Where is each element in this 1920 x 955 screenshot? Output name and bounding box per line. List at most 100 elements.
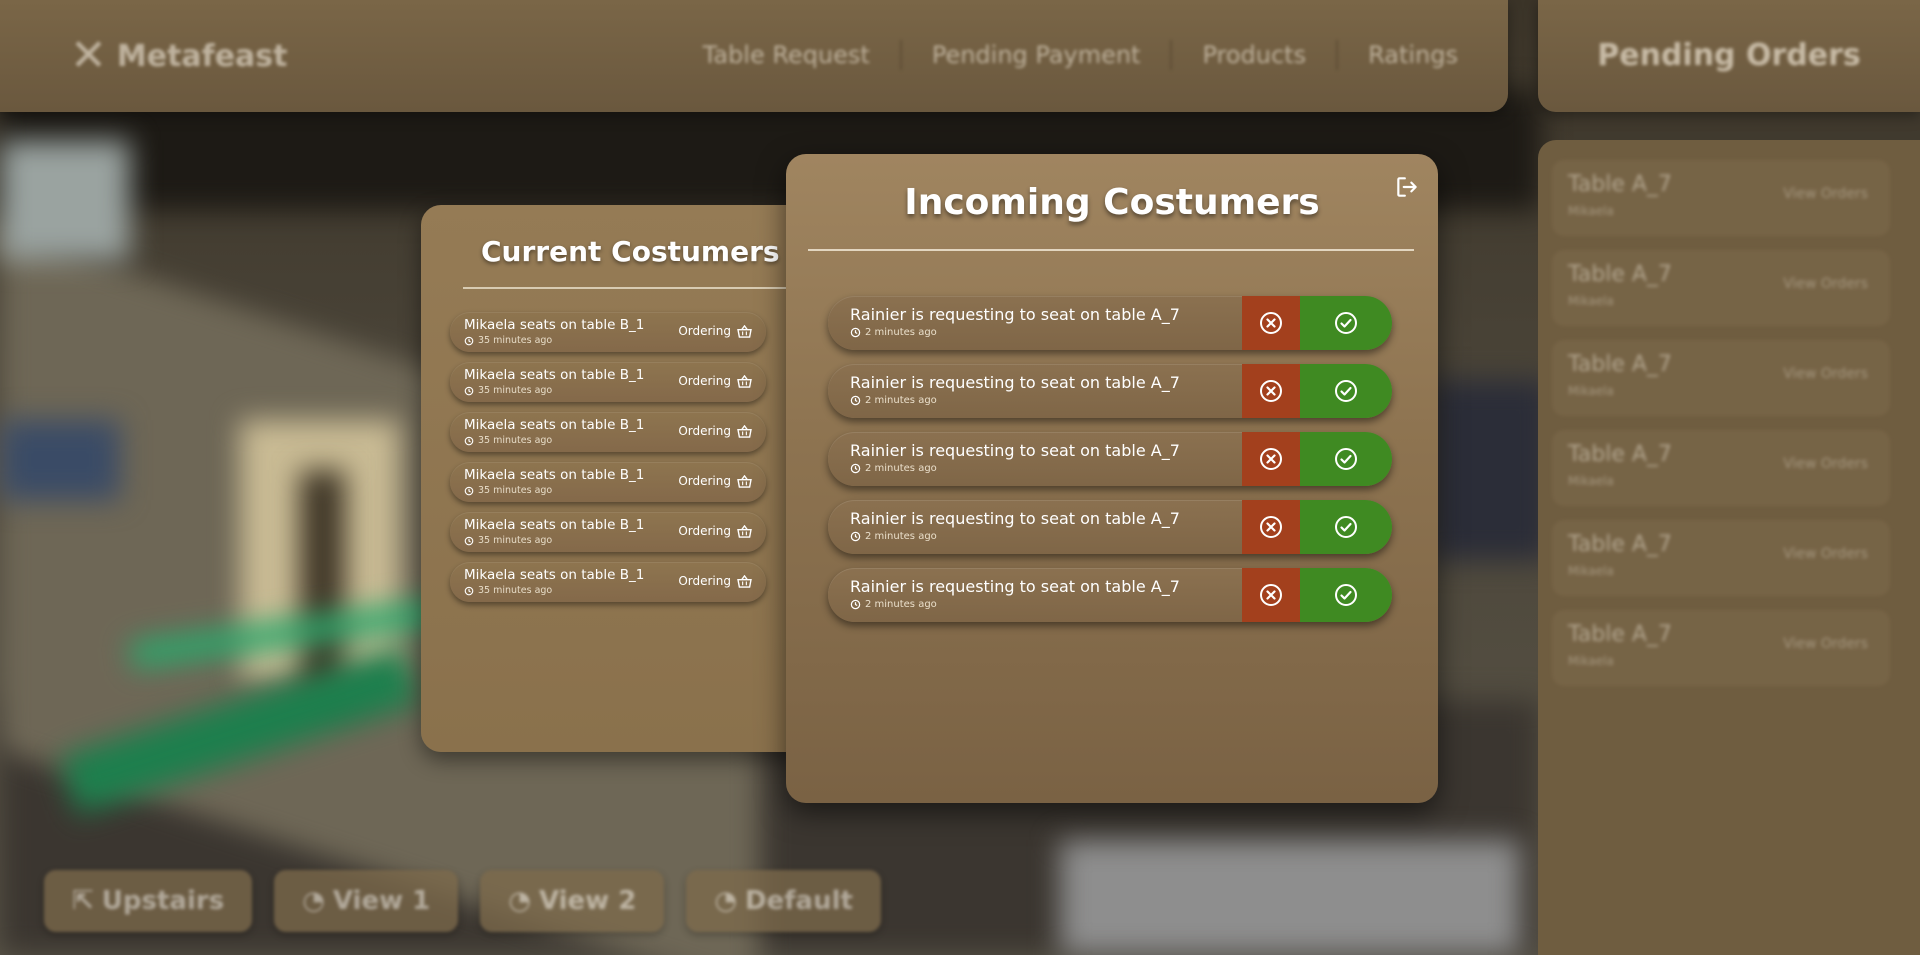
divider: [463, 287, 801, 289]
order-card[interactable]: Table A_7 Mikaela View Orders: [1552, 610, 1890, 686]
x-circle-icon: [1260, 516, 1282, 538]
customer-row[interactable]: Mikaela seats on table B_1 35 minutes ag…: [450, 412, 766, 452]
seat-request-time: 2 minutes ago: [850, 395, 937, 406]
customer-row-time: 35 minutes ago: [464, 485, 552, 496]
check-circle-icon: [1335, 448, 1357, 470]
customer-row[interactable]: Mikaela seats on table B_1 35 minutes ag…: [450, 562, 766, 602]
view-2-button[interactable]: ◔ View 2: [480, 870, 665, 932]
camera-icon: ◔: [714, 886, 737, 916]
clock-history-icon: [850, 327, 861, 338]
customer-row[interactable]: Mikaela seats on table B_1 35 minutes ag…: [450, 312, 766, 352]
clock-history-icon: [850, 599, 861, 610]
basket-icon: [737, 474, 752, 488]
exit-button[interactable]: [1392, 172, 1422, 202]
view-orders-link[interactable]: View Orders: [1783, 186, 1868, 202]
nav-products[interactable]: Products: [1172, 41, 1336, 69]
order-card[interactable]: Table A_7 Mikaela View Orders: [1552, 430, 1890, 506]
x-circle-icon: [1260, 584, 1282, 606]
brand[interactable]: ✕ Metafeast: [70, 26, 288, 86]
top-navbar: ✕ Metafeast Table Request Pending Paymen…: [0, 0, 1508, 112]
decline-button[interactable]: [1242, 568, 1300, 622]
pending-orders-sidebar: Table A_7 Mikaela View Orders Table A_7 …: [1538, 140, 1920, 955]
order-card[interactable]: Table A_7 Mikaela View Orders: [1552, 160, 1890, 236]
x-circle-icon: [1260, 448, 1282, 470]
order-card[interactable]: Table A_7 Mikaela View Orders: [1552, 250, 1890, 326]
view-orders-link[interactable]: View Orders: [1783, 366, 1868, 382]
customer-row-text: Mikaela seats on table B_1: [464, 367, 645, 383]
camera-icon: ◔: [508, 886, 531, 916]
seat-request-time: 2 minutes ago: [850, 599, 937, 610]
order-card-title: Table A_7: [1568, 442, 1672, 467]
nav-table-request[interactable]: Table Request: [673, 41, 900, 69]
view-button-label: View 2: [538, 886, 637, 916]
order-card-title: Table A_7: [1568, 262, 1672, 287]
view-orders-link[interactable]: View Orders: [1783, 546, 1868, 562]
accept-button[interactable]: [1300, 500, 1392, 554]
order-card[interactable]: Table A_7 Mikaela View Orders: [1552, 340, 1890, 416]
order-card-subtitle: Mikaela: [1568, 654, 1614, 668]
customer-status: Ordering: [678, 374, 752, 388]
accept-button[interactable]: [1300, 364, 1392, 418]
clock-history-icon: [464, 486, 474, 495]
accept-button[interactable]: [1300, 568, 1392, 622]
seat-request-text: Rainier is requesting to seat on table A…: [850, 509, 1180, 528]
camera-icon: ◔: [302, 886, 325, 916]
basket-icon: [737, 524, 752, 538]
stairs-icon: ⇱: [72, 886, 94, 916]
basket-icon: [737, 424, 752, 438]
customer-row-time: 35 minutes ago: [464, 535, 552, 546]
nav-ratings[interactable]: Ratings: [1338, 41, 1488, 69]
check-circle-icon: [1335, 516, 1357, 538]
order-card-title: Table A_7: [1568, 172, 1672, 197]
view-button-label: Upstairs: [101, 886, 225, 916]
view-upstairs-button[interactable]: ⇱ Upstairs: [44, 870, 253, 932]
basket-icon: [737, 374, 752, 388]
x-circle-icon: [1260, 312, 1282, 334]
seat-request-time: 2 minutes ago: [850, 327, 937, 338]
customer-row-time: 35 minutes ago: [464, 335, 552, 346]
order-card-title: Table A_7: [1568, 532, 1672, 557]
check-circle-icon: [1335, 584, 1357, 606]
order-card-subtitle: Mikaela: [1568, 474, 1614, 488]
customer-row[interactable]: Mikaela seats on table B_1 35 minutes ag…: [450, 512, 766, 552]
seat-request-text: Rainier is requesting to seat on table A…: [850, 441, 1180, 460]
seat-request-text: Rainier is requesting to seat on table A…: [850, 373, 1180, 392]
view-button-label: Default: [745, 886, 853, 916]
current-customers-panel: Current Costumers Mikaela seats on table…: [421, 205, 801, 752]
clock-history-icon: [464, 336, 474, 345]
seat-request-row: Rainier is requesting to seat on table A…: [828, 432, 1392, 486]
camera-view-bar: ⇱ Upstairs ◔ View 1 ◔ View 2 ◔ Default: [44, 870, 881, 932]
customer-row[interactable]: Mikaela seats on table B_1 35 minutes ag…: [450, 462, 766, 502]
customer-row[interactable]: Mikaela seats on table B_1 35 minutes ag…: [450, 362, 766, 402]
customer-status: Ordering: [678, 324, 752, 338]
clock-history-icon: [464, 436, 474, 445]
seat-request-row: Rainier is requesting to seat on table A…: [828, 364, 1392, 418]
clock-history-icon: [850, 463, 861, 474]
view-orders-link[interactable]: View Orders: [1783, 636, 1868, 652]
basket-icon: [737, 574, 752, 588]
customer-row-time: 35 minutes ago: [464, 585, 552, 596]
view-orders-link[interactable]: View Orders: [1783, 276, 1868, 292]
decline-button[interactable]: [1242, 500, 1300, 554]
brand-name: Metafeast: [116, 38, 288, 74]
decline-button[interactable]: [1242, 296, 1300, 350]
order-card-title: Table A_7: [1568, 352, 1672, 377]
decline-button[interactable]: [1242, 364, 1300, 418]
customer-status: Ordering: [678, 474, 752, 488]
clock-history-icon: [850, 531, 861, 542]
customer-row-text: Mikaela seats on table B_1: [464, 317, 645, 333]
customer-row-text: Mikaela seats on table B_1: [464, 517, 645, 533]
clock-history-icon: [464, 586, 474, 595]
seat-request-text: Rainier is requesting to seat on table A…: [850, 305, 1180, 324]
accept-button[interactable]: [1300, 432, 1392, 486]
top-nav: Table Request Pending Payment Products R…: [673, 40, 1488, 70]
nav-pending-payment[interactable]: Pending Payment: [902, 41, 1171, 69]
seat-request-row: Rainier is requesting to seat on table A…: [828, 296, 1392, 350]
view-orders-link[interactable]: View Orders: [1783, 456, 1868, 472]
order-card[interactable]: Table A_7 Mikaela View Orders: [1552, 520, 1890, 596]
view-default-button[interactable]: ◔ Default: [686, 870, 881, 932]
decline-button[interactable]: [1242, 432, 1300, 486]
accept-button[interactable]: [1300, 296, 1392, 350]
view-1-button[interactable]: ◔ View 1: [274, 870, 459, 932]
customer-row-text: Mikaela seats on table B_1: [464, 417, 645, 433]
